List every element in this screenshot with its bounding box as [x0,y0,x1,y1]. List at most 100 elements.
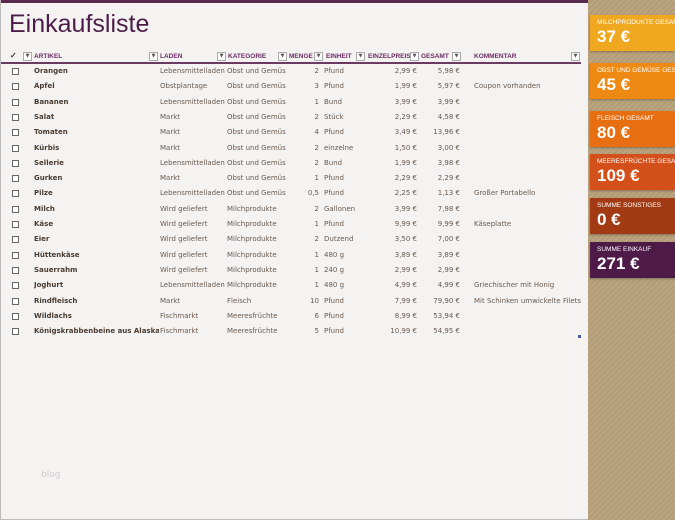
cell-laden[interactable]: Markt [160,113,180,121]
filter-dropdown-kommentar[interactable]: ▼ [571,52,580,61]
cell-einheit[interactable]: Bund [324,159,342,167]
cell-menge[interactable]: 10 [310,297,319,305]
cell-kommentar[interactable]: Käseplatte [474,220,511,228]
filter-dropdown-menge[interactable]: ▼ [314,52,323,61]
cell-gesamt[interactable]: 3,98 € [438,159,460,167]
cell-laden[interactable]: Lebensmittelladen [160,281,225,289]
cell-menge[interactable]: 1 [315,251,319,259]
cell-kategorie[interactable]: Milchprodukte [227,281,277,289]
cell-einheit[interactable]: Pfund [324,82,344,90]
row-checkbox[interactable] [12,190,19,198]
cell-einzelpreis[interactable]: 8,99 € [395,312,417,320]
cell-kategorie[interactable]: Milchprodukte [227,251,277,259]
cell-artikel[interactable]: Gurken [34,174,159,182]
cell-menge[interactable]: 1 [315,174,319,182]
cell-artikel[interactable]: Orangen [34,67,159,75]
filter-dropdown-gesamt[interactable]: ▼ [452,52,461,61]
cell-laden[interactable]: Wird geliefert [160,235,207,243]
cell-laden[interactable]: Lebensmittelladen [160,189,225,197]
row-checkbox[interactable] [12,205,19,213]
row-checkbox[interactable] [12,144,19,152]
cell-laden[interactable]: Markt [160,128,180,136]
cell-kommentar[interactable]: Mit Schinken umwickelte Filets [474,297,581,305]
cell-laden[interactable]: Lebensmittelladen [160,98,225,106]
cell-einzelpreis[interactable]: 7,99 € [395,297,417,305]
cell-gesamt[interactable]: 2,99 € [438,266,460,274]
filter-dropdown-laden[interactable]: ▼ [217,52,226,61]
cell-artikel[interactable]: Sellerie [34,159,159,167]
cell-kategorie[interactable]: Obst und Gemüs [227,113,286,121]
cell-einheit[interactable]: Pfund [324,220,344,228]
cell-laden[interactable]: Lebensmittelladen [160,67,225,75]
cell-kategorie[interactable]: Milchprodukte [227,205,277,213]
cell-einheit[interactable]: Bund [324,98,342,106]
cell-artikel[interactable]: Salat [34,113,159,121]
row-checkbox[interactable] [12,83,19,91]
cell-artikel[interactable]: Pilze [34,189,159,197]
cell-artikel[interactable]: Königskrabbenbeine aus Alaska [34,327,159,335]
row-checkbox[interactable] [12,328,19,336]
cell-laden[interactable]: Lebensmittelladen [160,159,225,167]
cell-einheit[interactable]: 480 g [324,251,344,259]
cell-einheit[interactable]: Gallonen [324,205,355,213]
cell-laden[interactable]: Fischmarkt [160,312,198,320]
cell-menge[interactable]: 0,5 [308,189,319,197]
cell-einzelpreis[interactable]: 1,99 € [395,159,417,167]
cell-einheit[interactable]: Dutzend [324,235,353,243]
cell-kategorie[interactable]: Fleisch [227,297,251,305]
cell-einzelpreis[interactable]: 2,99 € [395,266,417,274]
cell-einzelpreis[interactable]: 3,99 € [395,98,417,106]
cell-gesamt[interactable]: 79,90 € [433,297,460,305]
cell-menge[interactable]: 2 [315,144,319,152]
cell-laden[interactable]: Fischmarkt [160,327,198,335]
cell-gesamt[interactable]: 53,94 € [433,312,460,320]
cell-gesamt[interactable]: 3,99 € [438,98,460,106]
cell-einheit[interactable]: Pfund [324,327,344,335]
filter-dropdown-einheit[interactable]: ▼ [356,52,365,61]
cell-kategorie[interactable]: Milchprodukte [227,220,277,228]
cell-gesamt[interactable]: 1,13 € [438,189,460,197]
cell-artikel[interactable]: Wildlachs [34,312,159,320]
cell-gesamt[interactable]: 9,99 € [438,220,460,228]
cell-laden[interactable]: Markt [160,174,180,182]
row-checkbox[interactable] [12,282,19,290]
row-checkbox[interactable] [12,297,19,305]
cell-kategorie[interactable]: Meeresfrüchte [227,327,277,335]
cell-einzelpreis[interactable]: 9,99 € [395,220,417,228]
cell-artikel[interactable]: Tomaten [34,128,159,136]
cell-einzelpreis[interactable]: 3,99 € [395,205,417,213]
cell-menge[interactable]: 2 [315,67,319,75]
filter-dropdown-kategorie[interactable]: ▼ [278,52,287,61]
cell-kategorie[interactable]: Obst und Gemüs [227,82,286,90]
cell-kommentar[interactable]: Großer Portabello [474,189,535,197]
cell-artikel[interactable]: Bananen [34,98,159,106]
cell-einzelpreis[interactable]: 3,50 € [395,235,417,243]
cell-artikel[interactable]: Kürbis [34,144,159,152]
row-checkbox[interactable] [12,221,19,228]
cell-artikel[interactable]: Milch [34,205,159,213]
cell-artikel[interactable]: Sauerrahm [34,266,159,274]
cell-menge[interactable]: 1 [315,220,319,228]
cell-einheit[interactable]: Pfund [324,174,344,182]
cell-menge[interactable]: 1 [315,266,319,274]
cell-einzelpreis[interactable]: 1,50 € [395,144,417,152]
cell-einzelpreis[interactable]: 3,49 € [395,128,417,136]
cell-menge[interactable]: 4 [315,128,319,136]
cell-menge[interactable]: 1 [315,281,319,289]
cell-menge[interactable]: 5 [315,327,319,335]
cell-artikel[interactable]: Käse [34,220,159,228]
cell-menge[interactable]: 2 [315,113,319,121]
cell-artikel[interactable]: Joghurt [34,281,159,289]
cell-gesamt[interactable]: 4,58 € [438,113,460,121]
cell-einheit[interactable]: 240 g [324,266,344,274]
cell-menge[interactable]: 2 [315,235,319,243]
cell-einheit[interactable]: 480 g [324,281,344,289]
cell-einheit[interactable]: Pfund [324,67,344,75]
cell-einheit[interactable]: Pfund [324,312,344,320]
cell-gesamt[interactable]: 13,96 € [433,128,460,136]
filter-dropdown-artikel[interactable]: ▼ [149,52,158,61]
cell-artikel[interactable]: Hüttenkäse [34,251,159,259]
cell-laden[interactable]: Obstplantage [160,82,207,90]
cell-kommentar[interactable]: Griechischer mit Honig [474,281,554,289]
cell-laden[interactable]: Wird geliefert [160,220,207,228]
